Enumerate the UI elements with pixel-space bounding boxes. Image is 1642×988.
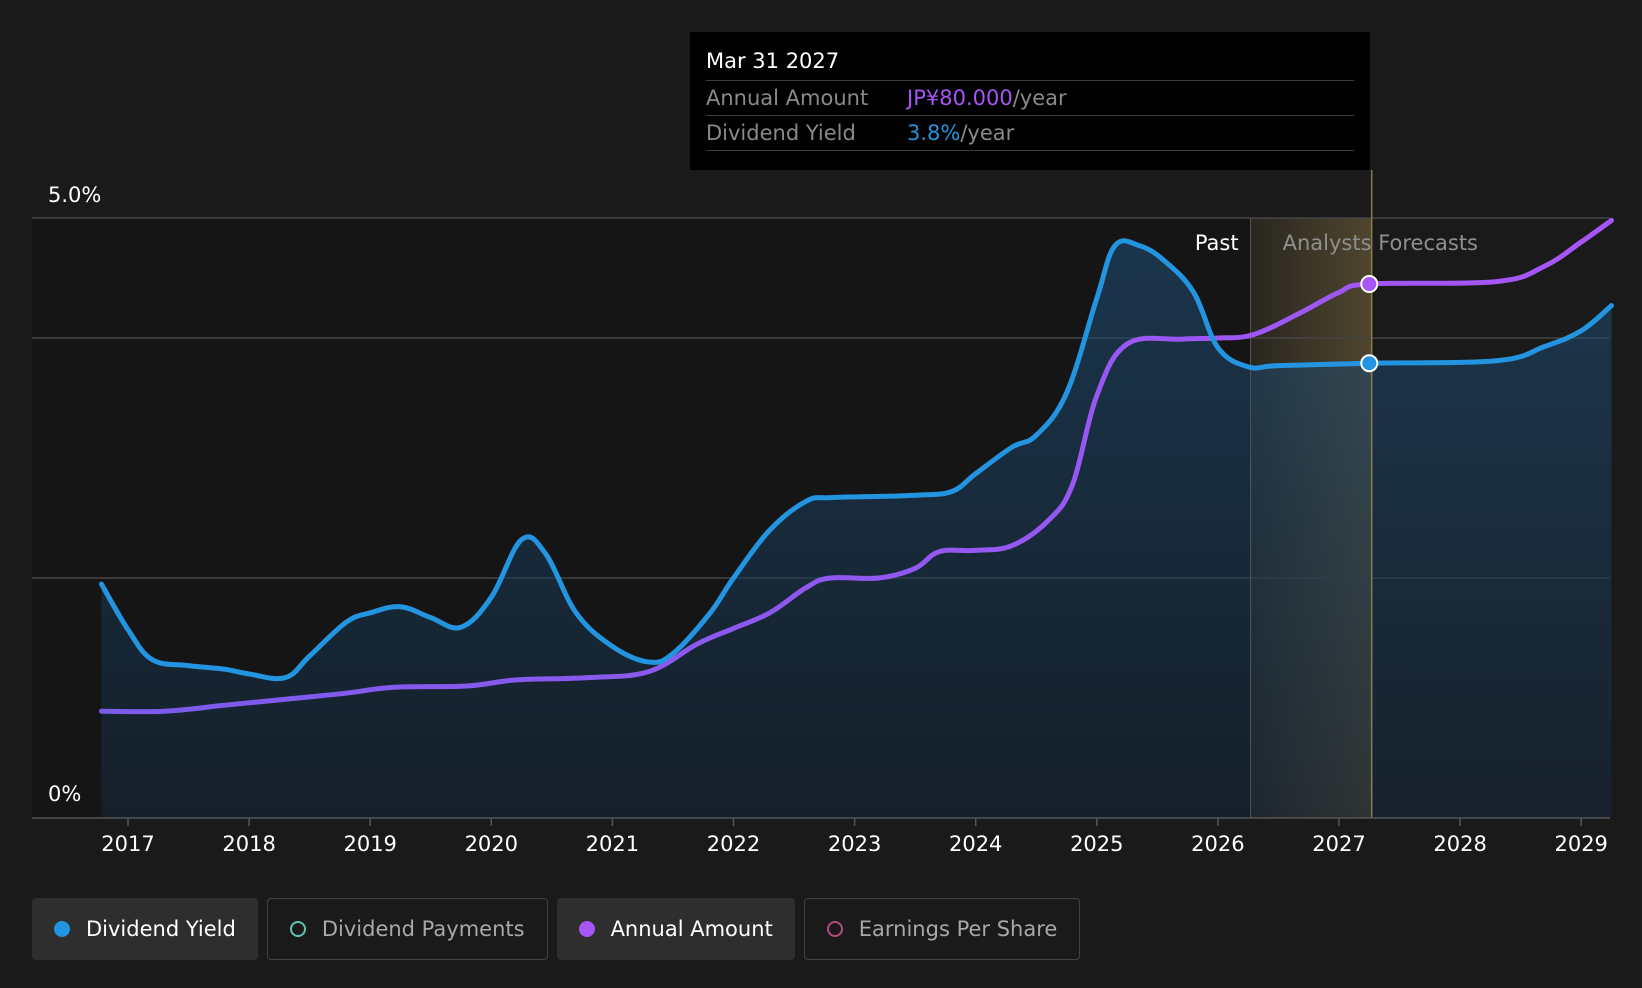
x-tick-label: 2023 — [828, 832, 881, 856]
legend-dividend-payments[interactable]: Dividend Payments — [266, 898, 548, 960]
forecast-label: Analysts Forecasts — [1283, 231, 1478, 255]
x-tick-label: 2026 — [1191, 832, 1244, 856]
tooltip-unit: /year — [960, 121, 1015, 145]
dividend-yield-marker — [1360, 354, 1379, 373]
x-tick-label: 2022 — [707, 832, 760, 856]
hollow-circle-icon — [826, 921, 843, 937]
x-tick-label: 2021 — [586, 832, 639, 856]
legend: Dividend Yield Dividend Payments Annual … — [32, 898, 1089, 960]
legend-label: Annual Amount — [610, 917, 773, 941]
tooltip-row-annual-amount: Annual Amount JP¥80.000 /year — [706, 81, 1354, 116]
y-tick-label-top: 5.0% — [48, 183, 101, 207]
legend-annual-amount[interactable]: Annual Amount — [556, 898, 795, 960]
legend-dividend-yield[interactable]: Dividend Yield — [32, 898, 258, 960]
legend-label: Dividend Payments — [321, 917, 525, 941]
x-tick-label: 2020 — [465, 832, 518, 856]
x-tick-label: 2029 — [1554, 832, 1607, 856]
y-tick-label-bottom: 0% — [48, 782, 81, 806]
tooltip-value: 3.8% — [907, 121, 961, 145]
hollow-circle-icon — [289, 921, 306, 937]
tooltip-row-dividend-yield: Dividend Yield 3.8% /year — [706, 116, 1354, 151]
filled-circle-icon — [54, 921, 70, 937]
x-tick-label: 2028 — [1433, 832, 1486, 856]
past-label: Past — [1195, 231, 1239, 255]
legend-earnings-per-share[interactable]: Earnings Per Share — [803, 898, 1081, 960]
x-tick-label: 2024 — [949, 832, 1002, 856]
filled-circle-icon — [578, 921, 595, 937]
x-tick-label: 2019 — [343, 832, 396, 856]
x-tick-label: 2018 — [222, 832, 275, 856]
tooltip-value: JP¥80.000 — [907, 86, 1013, 110]
annual-amount-marker — [1360, 275, 1379, 293]
x-tick-label: 2017 — [101, 832, 154, 856]
x-tick-label: 2025 — [1070, 832, 1123, 856]
tooltip-label: Annual Amount — [706, 86, 869, 110]
x-tick-label: 2027 — [1312, 832, 1365, 856]
legend-label: Dividend Yield — [86, 917, 236, 941]
tooltip: Mar 31 2027 Annual Amount JP¥80.000 /yea… — [690, 32, 1370, 170]
tooltip-date: Mar 31 2027 — [706, 46, 1354, 81]
tooltip-unit: /year — [1012, 86, 1067, 110]
legend-label: Earnings Per Share — [858, 917, 1058, 941]
tooltip-label: Dividend Yield — [706, 121, 856, 145]
